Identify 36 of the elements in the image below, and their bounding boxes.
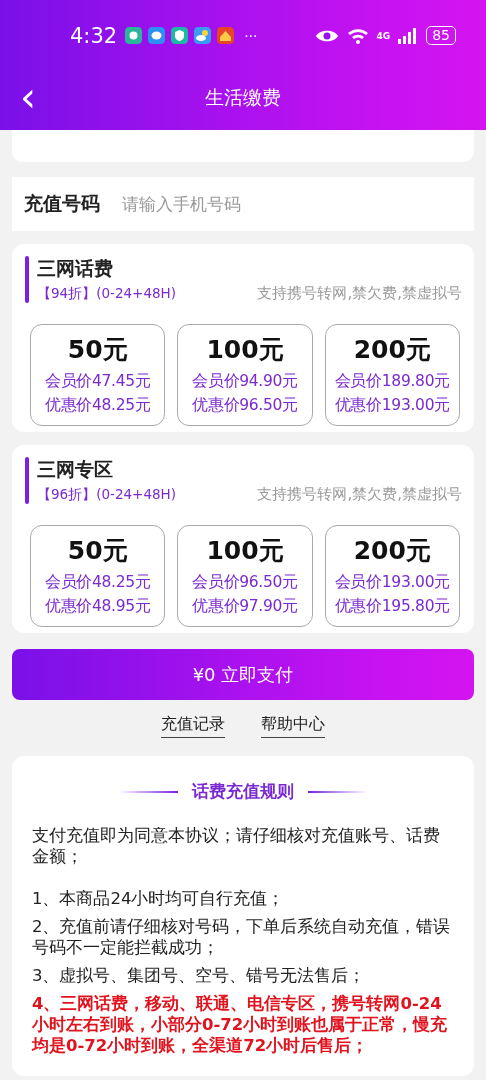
more-notifications: ··· xyxy=(244,27,258,44)
rule-item: 3、虚拟号、集团号、空号、错号无法售后； xyxy=(32,965,367,986)
footer-link[interactable]: 帮助中心 xyxy=(261,714,325,738)
status-time: 4:32 xyxy=(70,23,118,48)
discount-label: 【96折】(0-24+48H) xyxy=(37,485,176,504)
back-button[interactable]: ‹ xyxy=(14,79,42,115)
section-title: 三网话费 xyxy=(37,256,114,281)
page-title: 生活缴费 xyxy=(205,84,281,110)
rules-intro: 支付充值即为同意本协议；请仔细核对充值账号、话费金额； xyxy=(32,825,441,867)
chat-icon xyxy=(148,27,166,44)
shield-icon xyxy=(171,27,189,44)
amount-option[interactable]: 200元 会员价193.00元 优惠价195.80元 xyxy=(324,525,460,627)
signal-icon xyxy=(398,27,419,44)
amount-option[interactable]: 50元 会员价47.45元 优惠价48.25元 xyxy=(30,324,166,426)
pay-button[interactable]: ¥0 立即支付 xyxy=(12,649,474,700)
wifi-icon xyxy=(346,27,369,44)
footer-link[interactable]: 充值记录 xyxy=(161,714,225,738)
discount-label: 【94折】(0-24+48H) xyxy=(37,284,176,303)
rule-item: 1、本商品24小时均可自行充值； xyxy=(32,888,286,909)
app-icon xyxy=(217,27,235,44)
section-note: 支持携号转网,禁欠费,禁虚拟号 xyxy=(257,485,462,504)
section-note: 支持携号转网,禁欠费,禁虚拟号 xyxy=(257,284,462,303)
phone-input[interactable]: 请输入手机号码 xyxy=(122,177,474,231)
amount-option[interactable]: 50元 会员价48.25元 优惠价48.95元 xyxy=(30,525,166,627)
network-type: 4G xyxy=(376,30,391,41)
amount-option[interactable]: 200元 会员价189.80元 优惠价193.00元 xyxy=(324,324,460,426)
amount-option[interactable]: 100元 会员价94.90元 优惠价96.50元 xyxy=(177,324,313,426)
weather-icon xyxy=(194,27,212,44)
rule-item: 2、充值前请仔细核对号码，下单后系统自动充值，错误号码不一定能拦截成功； xyxy=(32,916,452,958)
phone-label: 充值号码 xyxy=(12,177,122,231)
battery-level: 85 xyxy=(426,26,456,45)
notification-icon xyxy=(125,27,143,44)
rules-title: 话费充值规则 xyxy=(192,780,294,803)
section-title: 三网专区 xyxy=(37,457,114,482)
amount-option[interactable]: 100元 会员价96.50元 优惠价97.90元 xyxy=(177,525,313,627)
warning-rule: 4、三网话费，移动、联通、电信专区，携号转网0-24小时左右到账，小部分0-72小时到账也属于正常，慢充均是0-72小时到账，全渠道72小时后售后； xyxy=(32,993,449,1056)
